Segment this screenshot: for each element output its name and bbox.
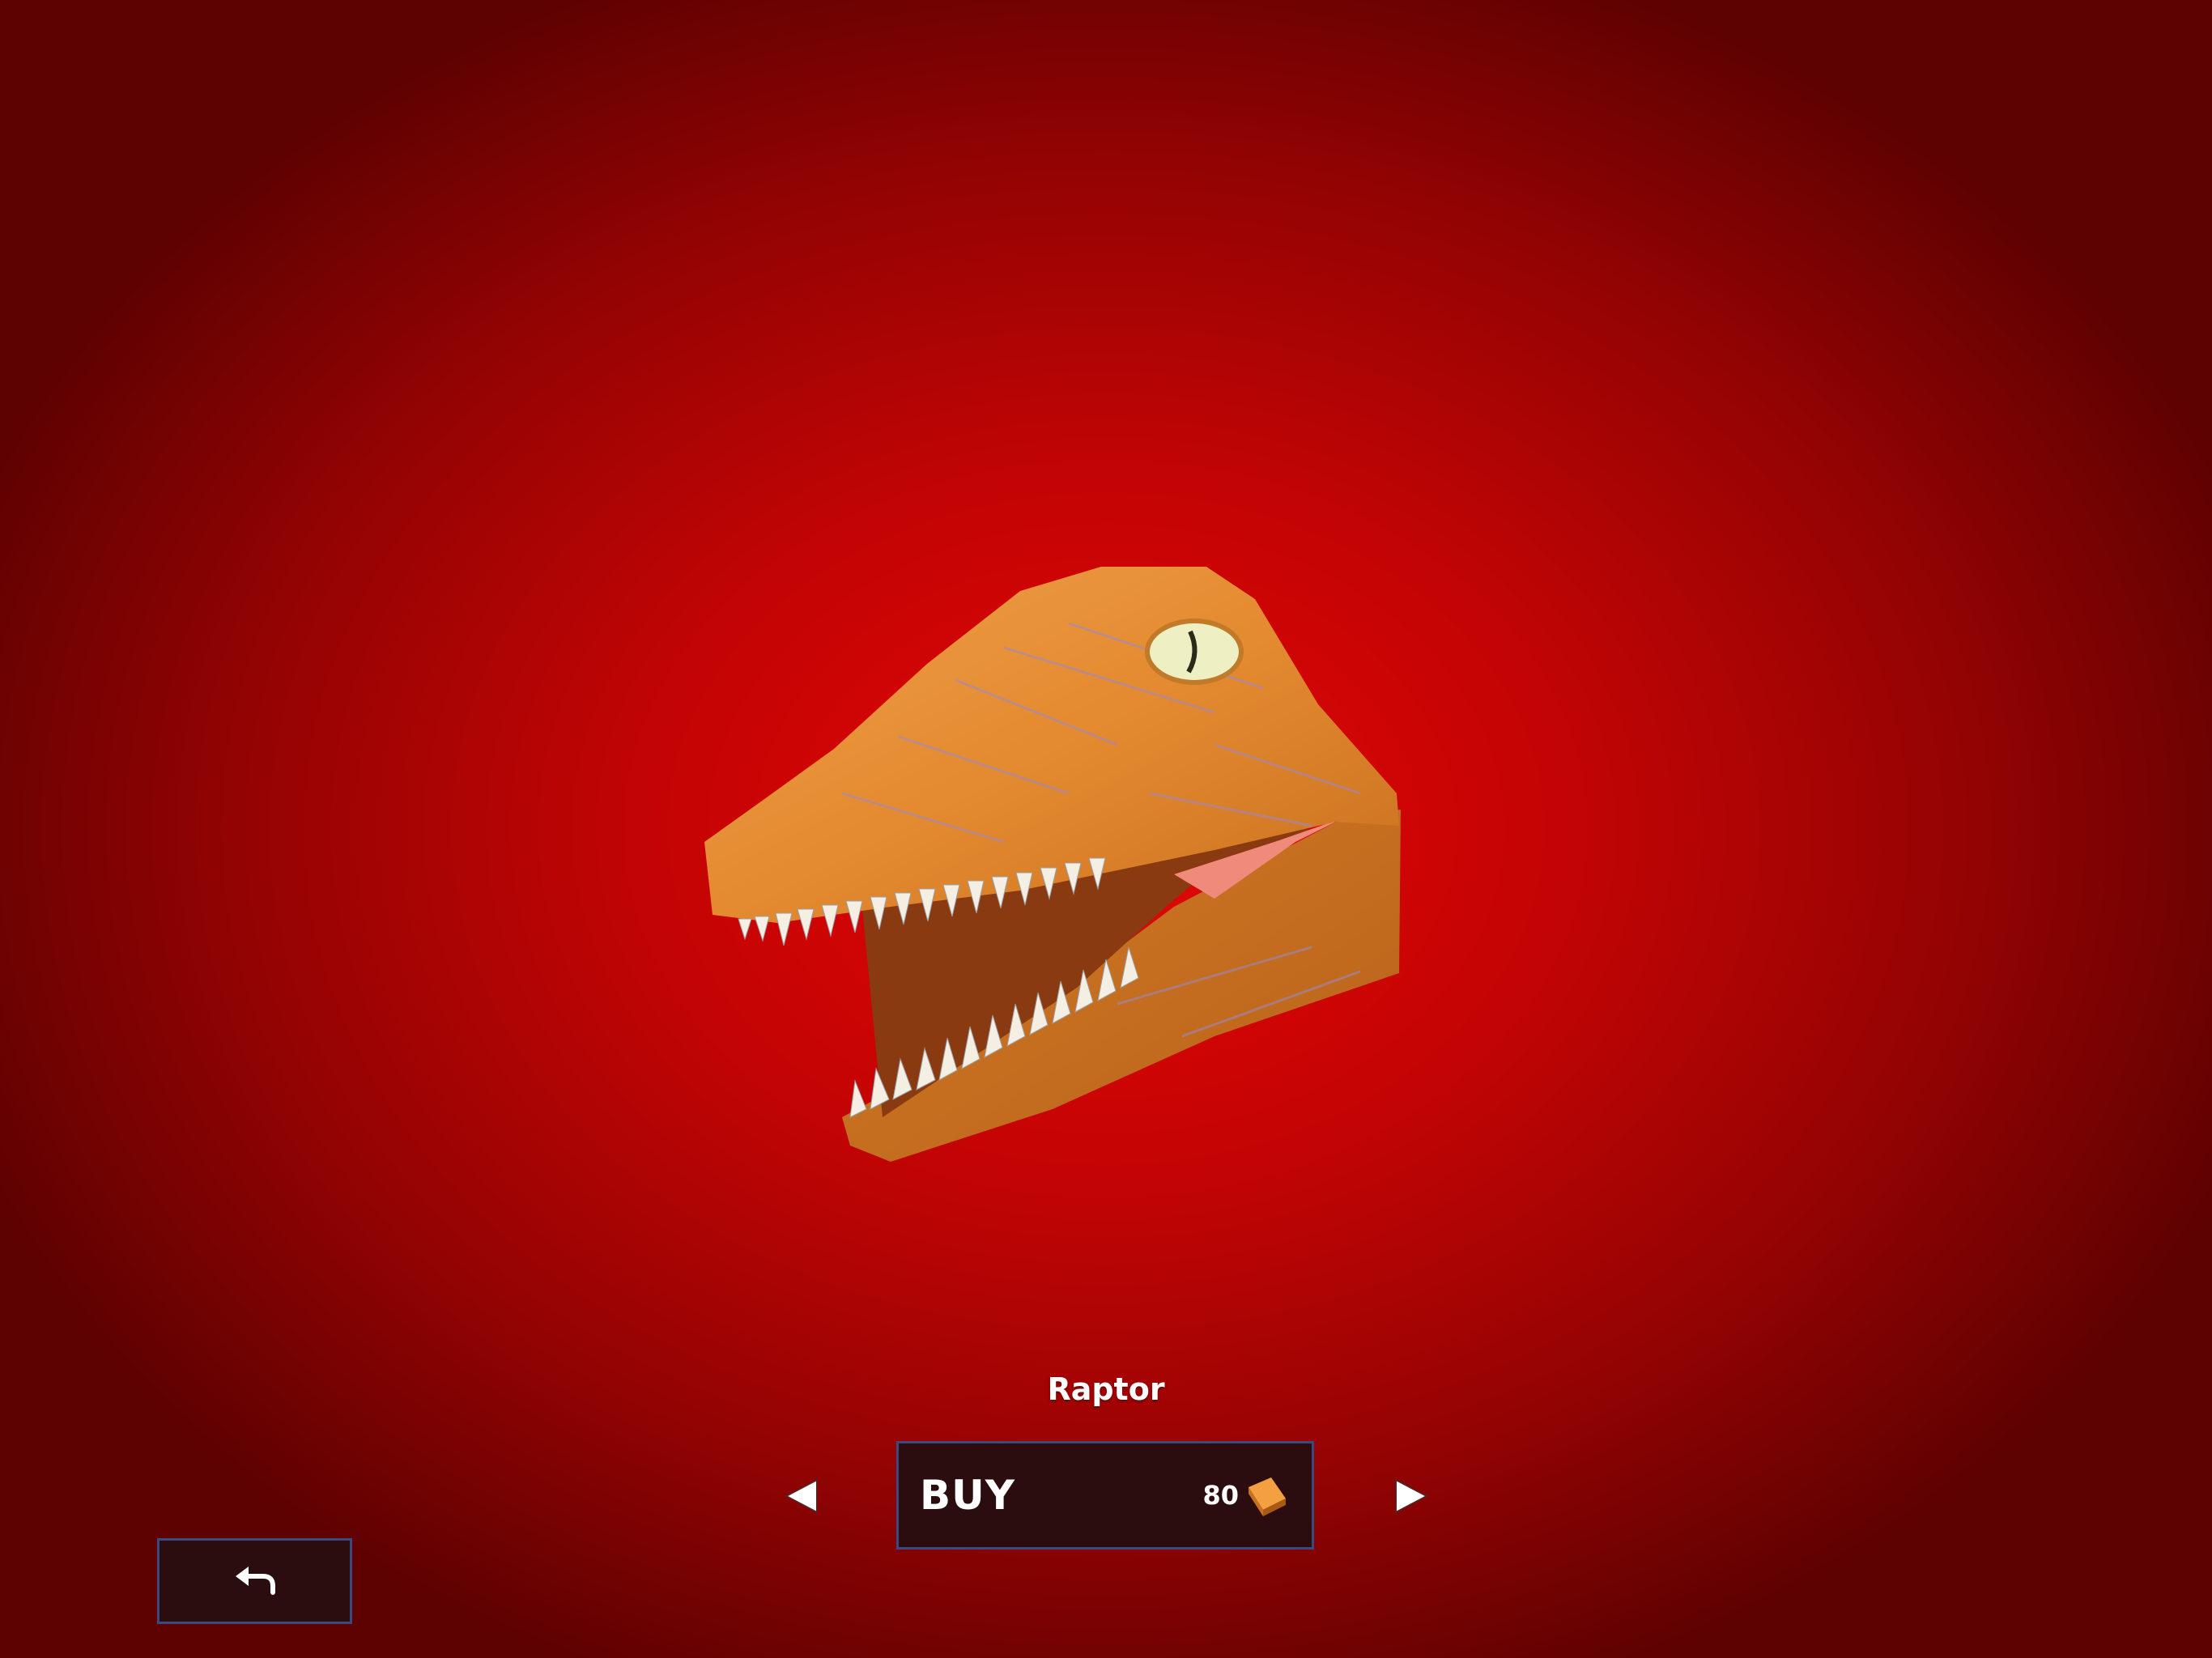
return-arrow-icon (236, 1567, 275, 1595)
buy-button[interactable]: BUY 80 (896, 1441, 1314, 1550)
brick-icon (1244, 1474, 1289, 1516)
back-button[interactable] (157, 1538, 352, 1624)
shop-screen: Raptor BUY 80 (0, 0, 2212, 1658)
item-name: Raptor (1047, 1371, 1165, 1407)
raptor-head-model (704, 567, 1401, 1162)
triangle-right-icon (1395, 1478, 1429, 1514)
price: 80 (1202, 1443, 1289, 1547)
price-value: 80 (1202, 1480, 1239, 1511)
triangle-left-icon (784, 1478, 818, 1514)
previous-item-button[interactable] (772, 1464, 836, 1528)
buy-label: BUY (920, 1472, 1015, 1519)
next-item-button[interactable] (1376, 1464, 1441, 1528)
